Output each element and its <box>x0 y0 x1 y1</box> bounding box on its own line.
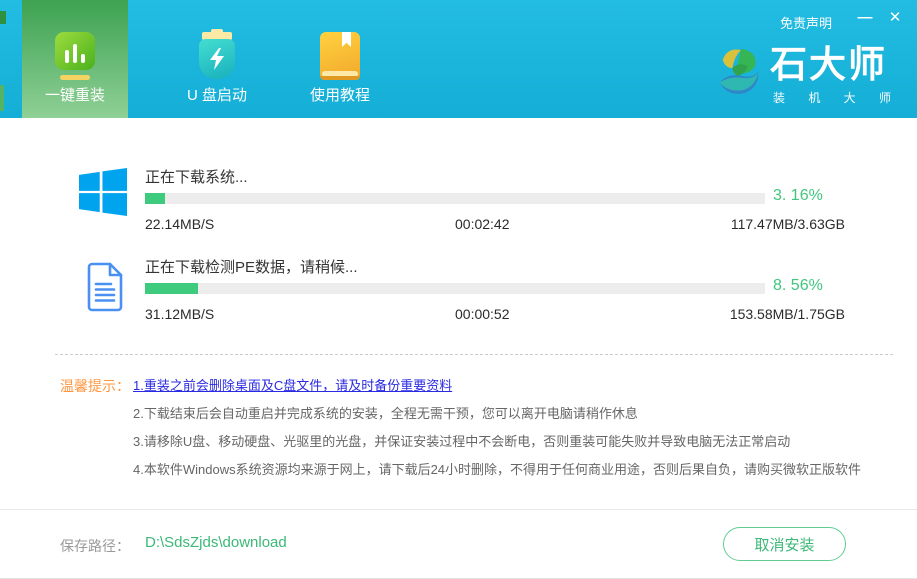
document-icon <box>85 262 125 317</box>
progress-percent: 3. 16% <box>773 187 823 205</box>
progress-bar <box>145 193 765 204</box>
footer-divider <box>0 509 917 510</box>
download-speed: 22.14MB/S <box>145 216 214 232</box>
book-icon <box>320 32 360 80</box>
close-button[interactable]: ✕ <box>885 8 905 28</box>
tips-list: 1.重装之前会删除桌面及C盘文件，请及时备份重要资料 2.下载结束后会自动重启并… <box>133 372 893 484</box>
brand-subtitle: 装 机 大 师 <box>773 89 901 106</box>
tips-label: 温馨提示： <box>60 372 130 400</box>
disclaimer-link[interactable]: 免责声明 <box>780 13 832 32</box>
download-size: 117.47MB/3.63GB <box>731 216 845 232</box>
tab-label: 使用教程 <box>310 84 370 105</box>
save-path-label: 保存路径： <box>60 536 130 556</box>
brand-name: 石大师 <box>770 44 901 86</box>
progress-percent: 8. 56% <box>773 277 823 295</box>
usb-icon <box>198 32 236 79</box>
cancel-install-button[interactable]: 取消安装 <box>723 527 846 561</box>
app-window: 一键重装 U 盘启动 使用教程 免责声明 <box>0 0 917 579</box>
download-size: 153.58MB/1.75GB <box>730 306 845 322</box>
download-time-remaining: 00:02:42 <box>455 216 510 232</box>
decorative-notch <box>0 11 6 24</box>
tab-usb-boot[interactable]: U 盘启动 <box>164 0 270 118</box>
windows-icon <box>78 168 128 221</box>
progress-fill <box>145 193 165 204</box>
download-stats: 31.12MB/S 00:00:52 153.58MB/1.75GB <box>145 306 845 323</box>
tip-item-4: 4.本软件Windows系统资源均来源于网上，请下载后24小时删除，不得用于任何… <box>133 456 893 484</box>
decorative-notch <box>0 85 4 111</box>
tip-item-1[interactable]: 1.重装之前会删除桌面及C盘文件，请及时备份重要资料 <box>133 372 893 400</box>
tab-tutorial[interactable]: 使用教程 <box>287 0 393 118</box>
brand-logo: 石大师 装 机 大 师 <box>716 44 901 106</box>
header: 一键重装 U 盘启动 使用教程 免责声明 <box>0 0 917 118</box>
download-stats: 22.14MB/S 00:02:42 117.47MB/3.63GB <box>145 216 845 233</box>
lightning-icon <box>209 48 225 70</box>
minimize-button[interactable]: — <box>855 8 875 28</box>
progress-fill <box>145 283 198 294</box>
brand-logo-icon <box>716 44 762 102</box>
dashed-divider <box>55 354 893 355</box>
chart-icon <box>55 32 95 70</box>
tab-icon-underline <box>60 75 90 80</box>
tip-item-2: 2.下载结束后会自动重启并完成系统的安装，全程无需干预，您可以离开电脑请稍作休息 <box>133 400 893 428</box>
download-time-remaining: 00:00:52 <box>455 306 510 322</box>
progress-bar <box>145 283 765 294</box>
tip-item-3: 3.请移除U盘、移动硬盘、光驱里的光盘，并保证安装过程中不会断电，否则重装可能失… <box>133 428 893 456</box>
tab-label: 一键重装 <box>45 84 105 105</box>
tab-one-key-reinstall[interactable]: 一键重装 <box>22 0 128 118</box>
save-path-value: D:\SdsZjds\download <box>145 534 287 551</box>
download-title: 正在下载检测PE数据，请稍候... <box>145 256 845 274</box>
download-title: 正在下载系统... <box>145 166 845 184</box>
download-speed: 31.12MB/S <box>145 306 214 322</box>
tab-label: U 盘启动 <box>187 84 247 105</box>
